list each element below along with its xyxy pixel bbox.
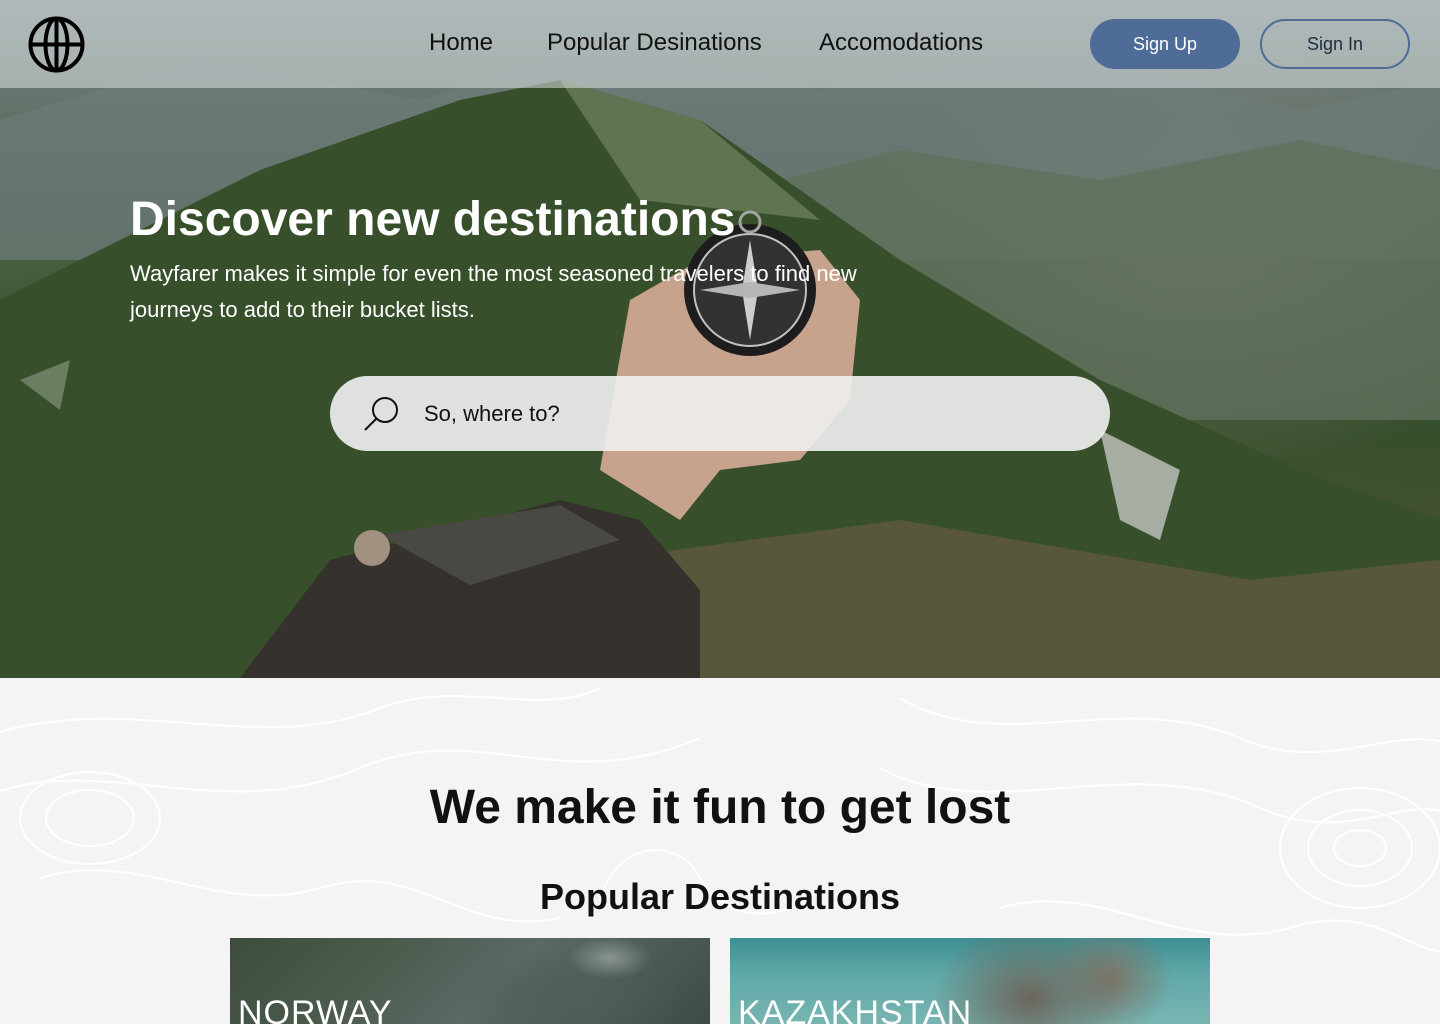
section-tagline: We make it fun to get lost <box>429 781 1011 834</box>
destination-card-norway[interactable]: NORWAY <box>230 938 710 1024</box>
search-icon[interactable] <box>362 394 402 434</box>
hero-subtitle: Wayfarer makes it simple for even the mo… <box>130 261 857 322</box>
nav-link-popular-destinations[interactable]: Popular Desinations <box>547 29 762 57</box>
sign-in-button[interactable]: Sign In <box>1260 19 1410 69</box>
globe-icon[interactable] <box>28 16 85 73</box>
search-input[interactable] <box>424 396 1084 432</box>
top-navbar: Home Popular Desinations Accomodations S… <box>0 0 1440 88</box>
sign-up-button[interactable]: Sign Up <box>1090 19 1240 69</box>
hero-section: Discover new destinations Wayfarer makes… <box>0 0 1440 678</box>
nav-link-accommodations[interactable]: Accomodations <box>819 29 983 57</box>
topographic-background <box>0 687 1440 953</box>
hero-overlay <box>0 0 1440 678</box>
nav-link-home[interactable]: Home <box>429 29 493 57</box>
destination-label: NORWAY <box>238 994 393 1024</box>
destination-card-kazakhstan[interactable]: KAZAKHSTAN <box>730 938 1210 1024</box>
destination-label: KAZAKHSTAN <box>738 994 973 1024</box>
hero-title: Discover new destinations <box>130 193 736 246</box>
destinations-section <box>0 678 1440 1024</box>
popular-destinations-heading: Popular Destinations <box>539 876 901 917</box>
